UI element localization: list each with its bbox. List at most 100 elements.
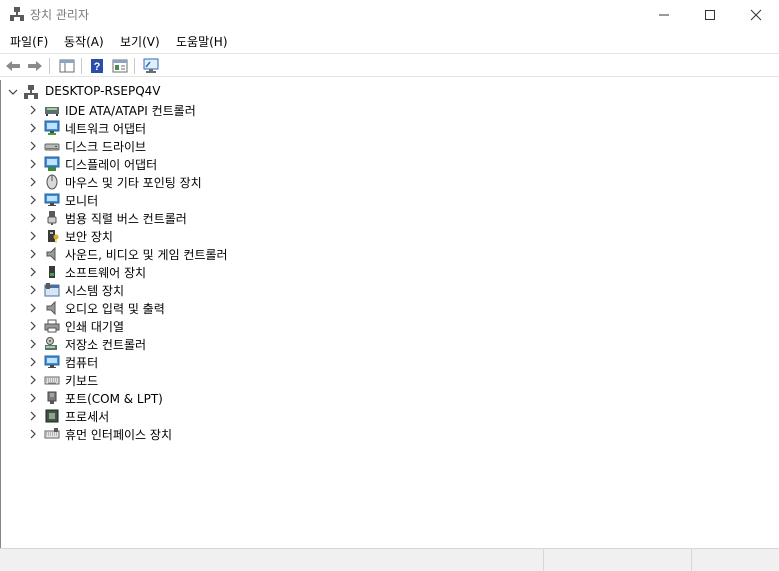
tree-item[interactable]: 키보드 <box>1 371 401 389</box>
chevron-right-icon[interactable] <box>28 177 38 187</box>
disk-drive-icon <box>44 138 60 154</box>
chevron-right-icon[interactable] <box>28 159 38 169</box>
tree-item-label: 범용 직렬 버스 컨트롤러 <box>65 212 187 226</box>
help-button[interactable]: ? <box>88 57 106 75</box>
tree-item-label: 디스플레이 어댑터 <box>65 158 158 172</box>
tree-item[interactable]: 소프트웨어 장치 <box>1 263 401 281</box>
tree-root[interactable]: DESKTOP-RSEPQ4V <box>1 83 301 101</box>
chevron-right-icon[interactable] <box>28 213 38 223</box>
tree-item-label: IDE ATA/ATAPI 컨트롤러 <box>65 104 196 118</box>
chevron-right-icon[interactable] <box>28 393 38 403</box>
tree-item[interactable]: 오디오 입력 및 출력 <box>1 299 401 317</box>
speaker-icon <box>44 246 60 262</box>
tree-item-label: 보안 장치 <box>65 230 113 244</box>
toolbar-separator <box>134 58 135 74</box>
chevron-right-icon[interactable] <box>28 267 38 277</box>
tree-item[interactable]: IDE ATA/ATAPI 컨트롤러 <box>1 101 401 119</box>
network-adapter-icon <box>44 120 60 136</box>
tree-item[interactable]: 저장소 컨트롤러 <box>1 335 401 353</box>
tree-item[interactable]: 인쇄 대기열 <box>1 317 401 335</box>
chevron-down-icon[interactable] <box>8 87 18 97</box>
properties-icon <box>112 59 128 73</box>
chevron-right-icon[interactable] <box>28 357 38 367</box>
tree-item-label: 포트(COM & LPT) <box>65 392 163 406</box>
tree-item[interactable]: 디스플레이 어댑터 <box>1 155 401 173</box>
tree-item[interactable]: 휴먼 인터페이스 장치 <box>1 425 401 443</box>
tree-item[interactable]: 마우스 및 기타 포인팅 장치 <box>1 173 401 191</box>
toolbar-separator <box>81 58 82 74</box>
show-hide-console-tree-icon <box>59 59 75 73</box>
back-icon <box>6 61 20 71</box>
tree-item-label: 시스템 장치 <box>65 284 125 298</box>
mouse-icon <box>44 174 60 190</box>
tree-item-label: 사운드, 비디오 및 게임 컨트롤러 <box>65 248 228 262</box>
status-bar <box>0 548 779 571</box>
tree-item[interactable]: 컴퓨터 <box>1 353 401 371</box>
chevron-right-icon[interactable] <box>28 411 38 421</box>
processor-icon <box>44 408 60 424</box>
tree-item[interactable]: 디스크 드라이브 <box>1 137 401 155</box>
storage-controller-icon <box>44 336 60 352</box>
chevron-right-icon[interactable] <box>28 141 38 151</box>
tree-item-label: 휴먼 인터페이스 장치 <box>65 428 172 442</box>
menu-action[interactable]: 동작(A) <box>64 33 104 50</box>
chevron-right-icon[interactable] <box>28 105 38 115</box>
chevron-right-icon[interactable] <box>28 429 38 439</box>
audio-io-icon <box>44 300 60 316</box>
security-device-icon <box>44 228 60 244</box>
console-tree-button[interactable] <box>58 57 76 75</box>
chevron-right-icon[interactable] <box>28 339 38 349</box>
tree-item[interactable]: 네트워크 어댑터 <box>1 119 401 137</box>
minimize-icon <box>659 14 669 16</box>
chevron-right-icon[interactable] <box>28 303 38 313</box>
title-bar: 장치 관리자 <box>0 0 779 30</box>
scan-hardware-button[interactable] <box>142 57 160 75</box>
ide-controller-icon <box>44 102 60 118</box>
chevron-right-icon[interactable] <box>28 195 38 205</box>
svg-text:?: ? <box>94 61 101 73</box>
back-button[interactable] <box>4 57 22 75</box>
status-pane <box>691 549 779 571</box>
close-icon <box>750 9 762 21</box>
properties-button[interactable] <box>111 57 129 75</box>
menu-file[interactable]: 파일(F) <box>10 33 48 50</box>
printer-icon <box>44 318 60 334</box>
toolbar: ? <box>0 53 779 77</box>
forward-button[interactable] <box>26 57 44 75</box>
tree-item-label: 소프트웨어 장치 <box>65 266 147 280</box>
maximize-button[interactable] <box>687 0 733 30</box>
tree-item[interactable]: 시스템 장치 <box>1 281 401 299</box>
scan-hardware-icon <box>143 58 159 73</box>
chevron-right-icon[interactable] <box>28 321 38 331</box>
maximize-icon <box>705 10 715 20</box>
hid-icon <box>44 426 60 442</box>
computer-icon <box>44 354 60 370</box>
chevron-right-icon[interactable] <box>28 375 38 385</box>
tree-item[interactable]: 포트(COM & LPT) <box>1 389 401 407</box>
tree-root-label: DESKTOP-RSEPQ4V <box>45 84 161 98</box>
status-pane <box>543 549 691 571</box>
tree-item[interactable]: 보안 장치 <box>1 227 401 245</box>
menu-view[interactable]: 보기(V) <box>120 33 160 50</box>
tree-item[interactable]: 모니터 <box>1 191 401 209</box>
tree-item-label: 프로세서 <box>65 410 110 424</box>
monitor-icon <box>44 192 60 208</box>
chevron-right-icon[interactable] <box>28 249 38 259</box>
device-manager-icon <box>9 6 25 22</box>
computer-root-icon <box>23 84 39 100</box>
tree-item-label: 마우스 및 기타 포인팅 장치 <box>65 176 202 190</box>
tree-item[interactable]: 사운드, 비디오 및 게임 컨트롤러 <box>1 245 401 263</box>
chevron-right-icon[interactable] <box>28 123 38 133</box>
device-tree[interactable]: DESKTOP-RSEPQ4V IDE ATA/ATAPI 컨트롤러 네트워크 어… <box>0 80 778 548</box>
minimize-button[interactable] <box>641 0 687 30</box>
keyboard-icon <box>44 372 60 388</box>
tree-item[interactable]: 범용 직렬 버스 컨트롤러 <box>1 209 401 227</box>
chevron-right-icon[interactable] <box>28 231 38 241</box>
tree-item[interactable]: 프로세서 <box>1 407 401 425</box>
chevron-right-icon[interactable] <box>28 285 38 295</box>
help-icon: ? <box>91 59 103 73</box>
menu-help[interactable]: 도움말(H) <box>176 33 228 50</box>
tree-item-label: 디스크 드라이브 <box>65 140 147 154</box>
close-button[interactable] <box>733 0 779 30</box>
tree-item-label: 오디오 입력 및 출력 <box>65 302 165 316</box>
